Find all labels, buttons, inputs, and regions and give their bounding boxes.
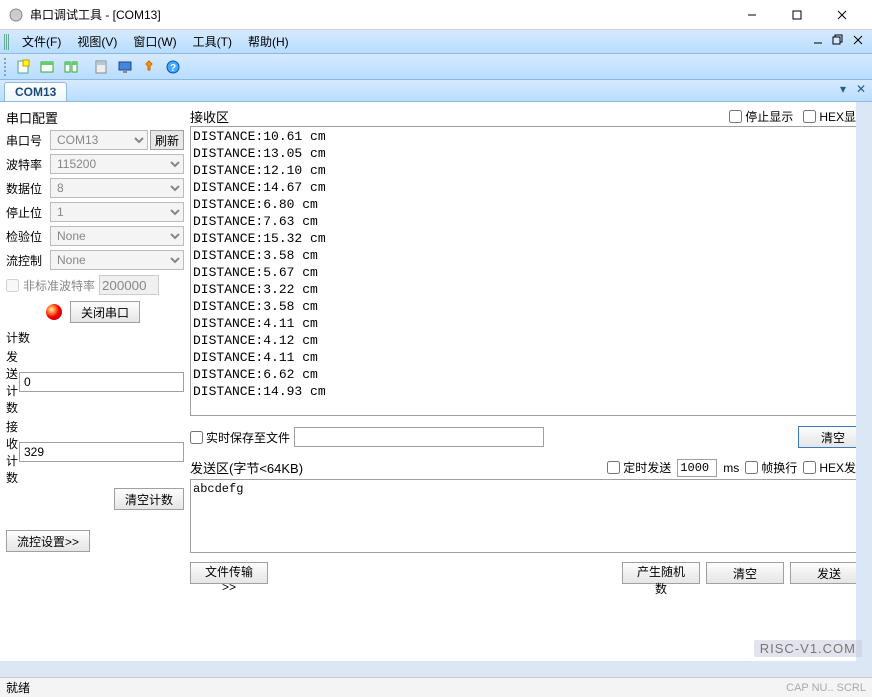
toolbar-window2-icon[interactable]	[60, 56, 82, 78]
count-title: 计数	[6, 329, 184, 346]
wrap-label[interactable]: 帧换行	[745, 459, 797, 476]
save-to-file-label[interactable]: 实时保存至文件	[190, 429, 290, 446]
gen-random-button[interactable]: 产生随机数	[622, 562, 700, 584]
databits-select[interactable]: 8	[50, 178, 184, 198]
minimize-button[interactable]	[729, 1, 774, 29]
tabstrip: COM13 ▾ ✕	[0, 80, 872, 102]
mdi-scroll-corner	[856, 661, 872, 677]
send-textarea[interactable]	[190, 479, 868, 553]
connection-led-icon	[46, 304, 62, 320]
refresh-button[interactable]: 刷新	[150, 130, 184, 150]
nonstd-baud-input[interactable]	[99, 275, 159, 295]
close-port-button[interactable]: 关闭串口	[70, 301, 140, 323]
timed-send-checkbox[interactable]	[607, 461, 620, 474]
status-caps: CAP NU.. SCRL	[786, 682, 866, 694]
menu-tool[interactable]: 工具(T)	[185, 31, 240, 52]
baud-select[interactable]: 115200	[50, 154, 184, 174]
interval-input[interactable]	[677, 459, 717, 477]
wrap-checkbox[interactable]	[745, 461, 758, 474]
left-panel: 串口配置 串口号 COM13 刷新 波特率 115200 数据位 8 停止位 1…	[4, 106, 186, 669]
menubar-grip	[4, 34, 10, 50]
mdi-minimize-icon[interactable]	[812, 34, 828, 50]
tab-close-icon[interactable]: ✕	[854, 82, 868, 96]
menu-file[interactable]: 文件(F)	[14, 31, 69, 52]
save-to-file-checkbox[interactable]	[190, 431, 203, 444]
stop-display-checkbox-label[interactable]: 停止显示	[729, 108, 793, 125]
parity-label: 检验位	[6, 228, 50, 245]
hex-send-checkbox[interactable]	[803, 461, 816, 474]
menu-window[interactable]: 窗口(W)	[125, 31, 184, 52]
recv-count-label: 接收计数	[6, 418, 19, 486]
toolbar: ?	[0, 54, 872, 80]
toolbar-monitor-icon[interactable]	[114, 56, 136, 78]
recv-title: 接收区	[190, 107, 229, 126]
stopbits-label: 停止位	[6, 204, 50, 221]
clear-send-button[interactable]: 清空	[706, 562, 784, 584]
close-button[interactable]	[819, 1, 864, 29]
clear-count-button[interactable]: 清空计数	[114, 488, 184, 510]
databits-label: 数据位	[6, 180, 50, 197]
send-count-input[interactable]	[19, 372, 184, 392]
toolbar-pin-icon[interactable]	[138, 56, 160, 78]
tab-dropdown-icon[interactable]: ▾	[836, 82, 850, 96]
stopbits-select[interactable]: 1	[50, 202, 184, 222]
menu-view[interactable]: 视图(V)	[69, 31, 125, 52]
titlebar: 串口调试工具 - [COM13]	[0, 0, 872, 30]
file-transfer-button[interactable]: 文件传输>>	[190, 562, 268, 584]
tab-com13[interactable]: COM13	[4, 82, 67, 101]
nonstd-baud-label: 非标准波特率	[23, 277, 95, 294]
toolbar-new-icon[interactable]	[12, 56, 34, 78]
status-ready: 就绪	[6, 679, 30, 696]
recv-count-input[interactable]	[19, 442, 184, 462]
mdi-horizontal-scrollbar[interactable]	[0, 661, 856, 677]
right-panel: 接收区 停止显示 HEX显示 DISTANCE:10.61 cm DISTANC…	[190, 106, 868, 669]
nonstd-baud-checkbox[interactable]	[6, 279, 19, 292]
mdi-close-icon[interactable]	[852, 34, 868, 50]
hex-display-checkbox[interactable]	[803, 110, 816, 123]
stop-display-checkbox[interactable]	[729, 110, 742, 123]
window-title: 串口调试工具 - [COM13]	[30, 6, 729, 23]
main-content: 串口配置 串口号 COM13 刷新 波特率 115200 数据位 8 停止位 1…	[0, 102, 872, 673]
menubar: 文件(F) 视图(V) 窗口(W) 工具(T) 帮助(H)	[0, 30, 872, 54]
receive-textarea[interactable]: DISTANCE:10.61 cm DISTANCE:13.05 cm DIST…	[190, 126, 868, 416]
maximize-button[interactable]	[774, 1, 819, 29]
app-icon	[8, 7, 24, 23]
svg-text:?: ?	[170, 63, 176, 74]
baud-label: 波特率	[6, 156, 50, 173]
statusbar: 就绪 CAP NU.. SCRL	[0, 677, 872, 697]
toolbar-grip	[4, 58, 8, 76]
parity-select[interactable]: None	[50, 226, 184, 246]
toolbar-calc-icon[interactable]	[90, 56, 112, 78]
ms-label: ms	[723, 461, 739, 475]
port-select[interactable]: COM13	[50, 130, 148, 150]
port-label: 串口号	[6, 132, 50, 149]
timed-send-label[interactable]: 定时发送	[607, 459, 671, 476]
config-title: 串口配置	[6, 108, 184, 127]
toolbar-help-icon[interactable]: ?	[162, 56, 184, 78]
send-count-label: 发送计数	[6, 348, 19, 416]
save-path-input[interactable]	[294, 427, 544, 447]
mdi-restore-icon[interactable]	[832, 34, 848, 50]
send-title: 发送区(字节<64KB)	[190, 458, 303, 477]
flow-select[interactable]: None	[50, 250, 184, 270]
toolbar-window1-icon[interactable]	[36, 56, 58, 78]
mdi-vertical-scrollbar[interactable]	[856, 102, 872, 661]
menu-help[interactable]: 帮助(H)	[240, 31, 297, 52]
flow-settings-button[interactable]: 流控设置>>	[6, 530, 90, 552]
flow-label: 流控制	[6, 252, 50, 269]
